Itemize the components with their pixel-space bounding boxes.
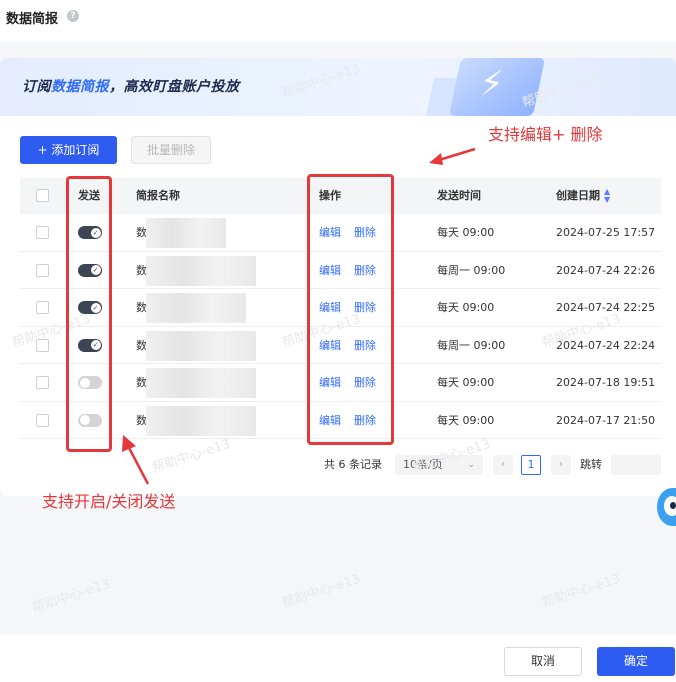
row-checkbox[interactable]: [36, 301, 49, 314]
column-send-time: 发送时间: [437, 189, 481, 202]
banner-highlight: 数据简报: [51, 79, 109, 95]
question-circle-icon[interactable]: ?: [67, 10, 79, 22]
annotation-toggle-send: 支持开启/关闭发送: [42, 492, 176, 511]
page-title: 数据简报: [6, 12, 59, 27]
send-column-highlight: [66, 176, 112, 452]
created-date: 2024-07-17 21:50: [556, 413, 656, 427]
current-page[interactable]: 1: [521, 455, 541, 475]
sort-icon[interactable]: ▲ ▼: [604, 188, 610, 204]
redacted-block: [146, 218, 226, 248]
row-checkbox[interactable]: [36, 376, 49, 389]
total-suffix: 条记录: [349, 458, 382, 471]
column-created[interactable]: 创建日期 ▲ ▼: [556, 178, 610, 214]
add-subscription-button[interactable]: + 添加订阅: [20, 136, 117, 164]
plus-icon: +: [37, 143, 52, 157]
row-checkbox[interactable]: [36, 413, 49, 427]
total-count: 6: [338, 458, 346, 471]
total-prefix: 共: [324, 458, 335, 471]
next-page-button[interactable]: ›: [551, 455, 571, 475]
header-bar: 数据简报 ?: [0, 0, 676, 40]
confirm-button[interactable]: 确定: [597, 647, 675, 676]
column-name: 简报名称: [136, 189, 180, 202]
annotation-edit-delete: 支持编辑+ 删除: [488, 125, 603, 144]
created-date: 2024-07-24 22:26: [556, 263, 656, 277]
annotation-arrow: [122, 435, 150, 485]
send-time: 每周一 09:00: [437, 263, 506, 277]
send-time: 每天 09:00: [437, 301, 495, 314]
redacted-block: [146, 405, 256, 436]
column-created-label: 创建日期: [556, 189, 600, 202]
redacted-block: [146, 330, 256, 361]
jump-page-input[interactable]: [611, 455, 661, 475]
redacted-block: [146, 368, 256, 398]
cancel-button[interactable]: 取消: [504, 647, 582, 676]
batch-delete-button[interactable]: 批量删除: [131, 136, 211, 164]
prev-page-button[interactable]: ‹: [493, 455, 513, 475]
assistant-mascot-eye: [670, 502, 676, 509]
select-all-checkbox[interactable]: [36, 189, 49, 202]
lightning-bolt-icon: ⚡: [480, 64, 504, 104]
jump-label: 跳转: [580, 458, 602, 471]
row-checkbox[interactable]: [36, 226, 49, 239]
send-time: 每天 09:00: [437, 226, 495, 239]
created-date: 2024-07-25 17:57: [556, 226, 656, 239]
banner-suffix: ，高效盯盘账户投放: [109, 79, 240, 95]
add-subscription-label: 添加订阅: [51, 143, 100, 157]
row-checkbox[interactable]: [36, 263, 49, 277]
actions-column-highlight: [307, 174, 394, 445]
redacted-block: [146, 255, 256, 286]
created-date: 2024-07-18 19:51: [556, 376, 656, 389]
redacted-block: [146, 293, 246, 323]
pagination-total: 共 6 条记录: [324, 455, 382, 475]
banner-prefix: 订阅: [22, 79, 51, 95]
send-time: 每天 09:00: [437, 376, 495, 389]
send-time: 每周一 09:00: [437, 338, 506, 352]
annotation-arrow: [429, 147, 476, 165]
banner-slogan: 订阅数据简报，高效盯盘账户投放: [22, 76, 240, 96]
